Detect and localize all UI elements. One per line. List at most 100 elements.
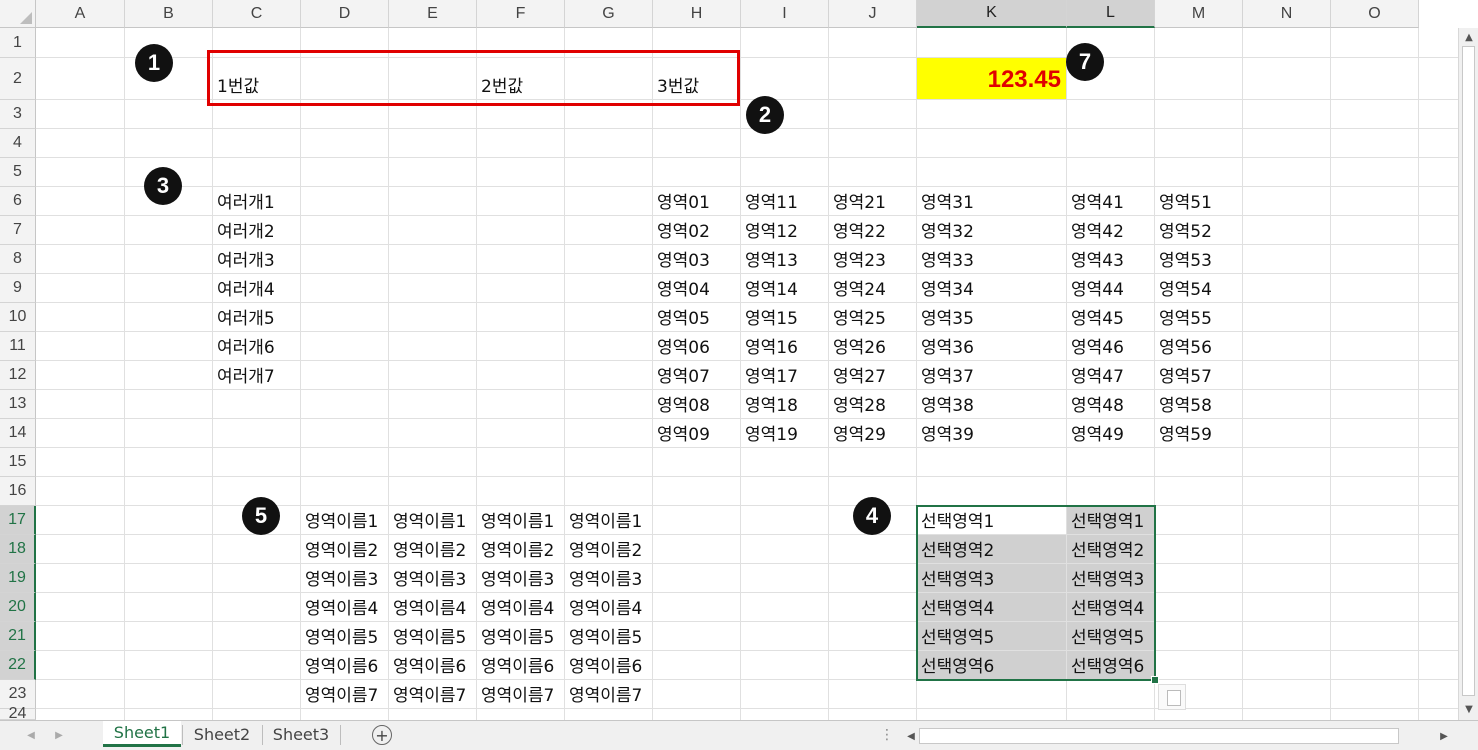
area-grid-cell[interactable]: 영역24 — [829, 274, 917, 303]
area-grid-cell[interactable]: 영역19 — [741, 419, 829, 448]
area-grid-cell[interactable]: 영역09 — [653, 419, 741, 448]
area-name-cell[interactable]: 영역이름7 — [389, 680, 477, 709]
area-grid-cell[interactable]: 영역48 — [1067, 390, 1155, 419]
column-header-n[interactable]: N — [1243, 0, 1331, 28]
row-header-8[interactable]: 8 — [0, 245, 36, 274]
row-header-6[interactable]: 6 — [0, 187, 36, 216]
area-grid-cell[interactable]: 영역25 — [829, 303, 917, 332]
row-header-9[interactable]: 9 — [0, 274, 36, 303]
area-name-cell[interactable]: 영역이름3 — [389, 564, 477, 593]
area-grid-cell[interactable]: 영역36 — [917, 332, 1067, 361]
area-grid-cell[interactable]: 영역44 — [1067, 274, 1155, 303]
sheet-tab-1[interactable]: Sheet1 — [103, 721, 181, 747]
row-header-4[interactable]: 4 — [0, 129, 36, 158]
area-grid-cell[interactable]: 영역43 — [1067, 245, 1155, 274]
row-header-17[interactable]: 17 — [0, 506, 36, 535]
area-grid-cell[interactable]: 영역45 — [1067, 303, 1155, 332]
column-header-a[interactable]: A — [36, 0, 125, 28]
column-header-f[interactable]: F — [477, 0, 565, 28]
area-name-cell[interactable]: 영역이름3 — [565, 564, 653, 593]
area-name-cell[interactable]: 영역이름6 — [389, 651, 477, 680]
select-all-corner[interactable] — [0, 0, 36, 28]
row-header-16[interactable]: 16 — [0, 477, 36, 506]
area-grid-cell[interactable]: 영역55 — [1155, 303, 1243, 332]
row-header-19[interactable]: 19 — [0, 564, 36, 593]
area-grid-cell[interactable]: 영역13 — [741, 245, 829, 274]
area-grid-cell[interactable]: 영역46 — [1067, 332, 1155, 361]
vertical-scroll-thumb[interactable] — [1462, 46, 1475, 696]
next-sheet-icon[interactable]: ▶ — [52, 728, 66, 742]
multi-list-cell[interactable]: 여러개2 — [213, 216, 301, 245]
area-grid-cell[interactable]: 영역54 — [1155, 274, 1243, 303]
area-name-cell[interactable]: 영역이름7 — [301, 680, 389, 709]
area-grid-cell[interactable]: 영역07 — [653, 361, 741, 390]
horizontal-scroll-thumb[interactable] — [919, 728, 1399, 744]
column-header-d[interactable]: D — [301, 0, 389, 28]
area-grid-cell[interactable]: 영역21 — [829, 187, 917, 216]
area-name-cell[interactable]: 영역이름5 — [477, 622, 565, 651]
column-header-j[interactable]: J — [829, 0, 917, 28]
row-header-18[interactable]: 18 — [0, 535, 36, 564]
vertical-scrollbar[interactable]: ▲ ▼ — [1458, 28, 1478, 720]
column-header-m[interactable]: M — [1155, 0, 1243, 28]
row-header-10[interactable]: 10 — [0, 303, 36, 332]
scroll-left-icon[interactable]: ◀ — [904, 729, 918, 743]
row-header-14[interactable]: 14 — [0, 419, 36, 448]
area-name-cell[interactable]: 영역이름1 — [301, 506, 389, 535]
row-header-1[interactable]: 1 — [0, 28, 36, 58]
column-header-c[interactable]: C — [213, 0, 301, 28]
column-header-e[interactable]: E — [389, 0, 477, 28]
scroll-right-icon[interactable]: ▶ — [1437, 729, 1451, 743]
area-grid-cell[interactable]: 영역01 — [653, 187, 741, 216]
area-name-cell[interactable]: 영역이름3 — [301, 564, 389, 593]
multi-list-cell[interactable]: 여러개7 — [213, 361, 301, 390]
area-grid-cell[interactable]: 영역17 — [741, 361, 829, 390]
area-grid-cell[interactable]: 영역49 — [1067, 419, 1155, 448]
row-header-24[interactable]: 24 — [0, 705, 36, 722]
area-name-cell[interactable]: 영역이름1 — [389, 506, 477, 535]
row-header-12[interactable]: 12 — [0, 361, 36, 390]
sheet-tab-2[interactable]: Sheet2 — [183, 721, 261, 747]
area-grid-cell[interactable]: 영역28 — [829, 390, 917, 419]
row-header-5[interactable]: 5 — [0, 158, 36, 187]
column-header-o[interactable]: O — [1331, 0, 1419, 28]
area-grid-cell[interactable]: 영역05 — [653, 303, 741, 332]
area-grid-cell[interactable]: 영역08 — [653, 390, 741, 419]
horizontal-scrollbar[interactable]: ◀ ▶ — [903, 726, 1455, 746]
area-name-cell[interactable]: 영역이름6 — [477, 651, 565, 680]
row-header-2[interactable]: 2 — [0, 58, 36, 100]
area-grid-cell[interactable]: 영역57 — [1155, 361, 1243, 390]
multi-list-cell[interactable]: 여러개4 — [213, 274, 301, 303]
area-name-cell[interactable]: 영역이름1 — [565, 506, 653, 535]
column-header-g[interactable]: G — [565, 0, 653, 28]
row-header-11[interactable]: 11 — [0, 332, 36, 361]
clipboard-icon[interactable] — [1158, 684, 1186, 710]
scroll-up-icon[interactable]: ▲ — [1462, 30, 1476, 44]
multi-list-cell[interactable]: 여러개1 — [213, 187, 301, 216]
prev-sheet-icon[interactable]: ◀ — [24, 728, 38, 742]
area-grid-cell[interactable]: 영역23 — [829, 245, 917, 274]
area-grid-cell[interactable]: 영역02 — [653, 216, 741, 245]
row-header-20[interactable]: 20 — [0, 593, 36, 622]
area-name-cell[interactable]: 영역이름4 — [477, 593, 565, 622]
area-name-cell[interactable]: 영역이름2 — [477, 535, 565, 564]
area-grid-cell[interactable]: 영역15 — [741, 303, 829, 332]
area-name-cell[interactable]: 영역이름5 — [565, 622, 653, 651]
row-header-7[interactable]: 7 — [0, 216, 36, 245]
column-header-k[interactable]: K — [917, 0, 1067, 28]
area-grid-cell[interactable]: 영역53 — [1155, 245, 1243, 274]
area-name-cell[interactable]: 영역이름5 — [301, 622, 389, 651]
scroll-down-icon[interactable]: ▼ — [1462, 702, 1476, 716]
area-grid-cell[interactable]: 영역37 — [917, 361, 1067, 390]
multi-list-cell[interactable]: 여러개3 — [213, 245, 301, 274]
plus-circle-icon[interactable]: + — [372, 725, 392, 745]
area-name-cell[interactable]: 영역이름7 — [565, 680, 653, 709]
area-grid-cell[interactable]: 영역58 — [1155, 390, 1243, 419]
area-name-cell[interactable]: 영역이름3 — [477, 564, 565, 593]
row-header-21[interactable]: 21 — [0, 622, 36, 651]
area-name-cell[interactable]: 영역이름2 — [301, 535, 389, 564]
multi-list-cell[interactable]: 여러개6 — [213, 332, 301, 361]
area-name-cell[interactable]: 영역이름7 — [477, 680, 565, 709]
area-name-cell[interactable]: 영역이름5 — [389, 622, 477, 651]
area-grid-cell[interactable]: 영역33 — [917, 245, 1067, 274]
